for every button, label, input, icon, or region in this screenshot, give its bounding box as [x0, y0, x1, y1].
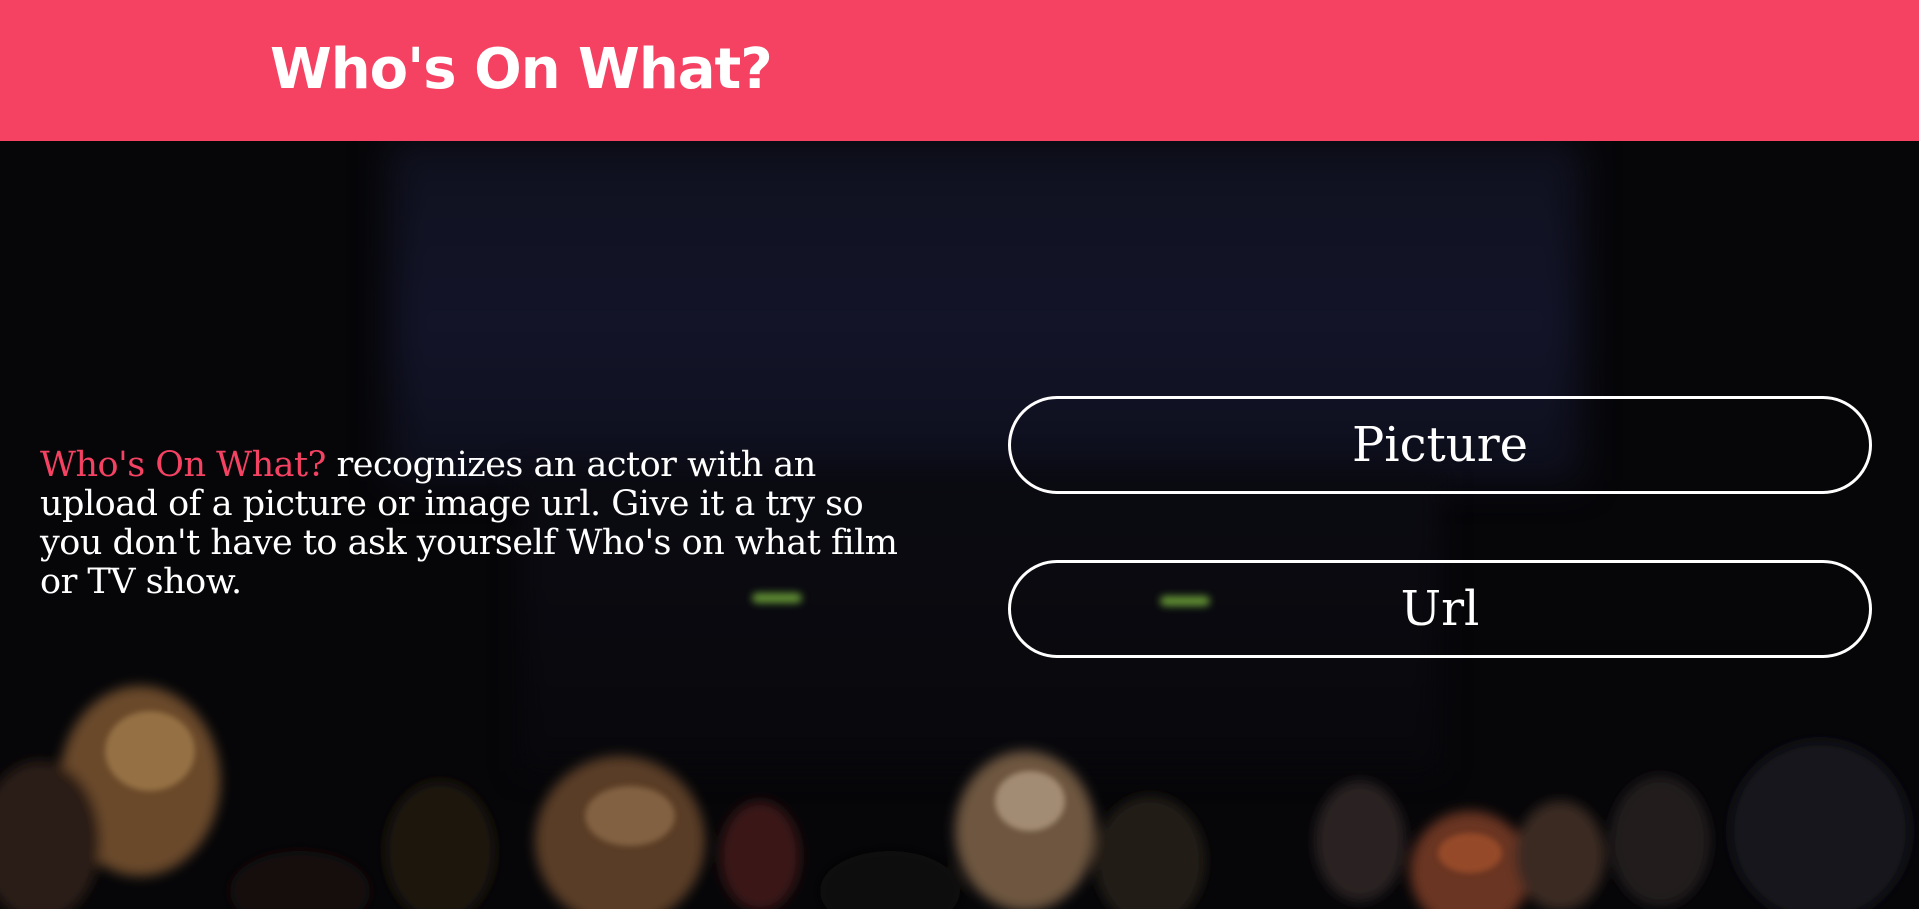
- audience-head-10: [1515, 801, 1605, 909]
- picture-button[interactable]: Picture: [1008, 396, 1872, 494]
- app-header: Who's On What?: [0, 0, 1919, 141]
- audience-head-8: [1315, 781, 1405, 901]
- app-title: Who's On What?: [270, 37, 773, 102]
- hair-highlight-1: [105, 711, 195, 791]
- hair-highlight-3: [995, 771, 1065, 831]
- intro-description: Who's On What? recognizes an actor with …: [40, 446, 900, 602]
- audience-head-12: [1730, 741, 1910, 909]
- hair-highlight-4: [1438, 833, 1502, 873]
- intro-brand-name: Who's On What?: [40, 445, 326, 485]
- hair-highlight-2: [585, 786, 675, 846]
- audience-head-13: [230, 851, 370, 909]
- audience-head-5: [720, 801, 800, 909]
- hero-background: Who's On What? recognizes an actor with …: [0, 141, 1919, 909]
- audience-head-14: [820, 851, 960, 909]
- url-button[interactable]: Url: [1008, 560, 1872, 658]
- audience-head-11: [1610, 776, 1710, 906]
- audience-head-7: [1095, 796, 1205, 909]
- audience-head-3: [385, 781, 495, 909]
